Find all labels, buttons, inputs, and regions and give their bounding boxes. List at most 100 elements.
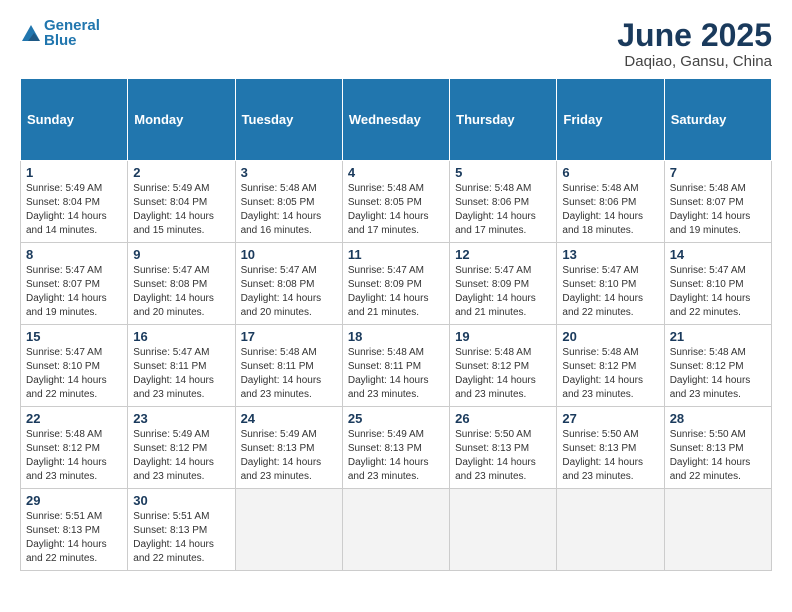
day-info: Sunrise: 5:48 AM Sunset: 8:07 PM Dayligh…	[670, 182, 766, 238]
day-info: Sunrise: 5:48 AM Sunset: 8:05 PM Dayligh…	[241, 182, 337, 238]
day-number: 23	[133, 411, 229, 426]
table-row: 26 Sunrise: 5:50 AM Sunset: 8:13 PM Dayli…	[450, 407, 557, 489]
day-number: 5	[455, 165, 551, 180]
day-info: Sunrise: 5:48 AM Sunset: 8:05 PM Dayligh…	[348, 182, 444, 238]
day-info: Sunrise: 5:49 AM Sunset: 8:13 PM Dayligh…	[348, 428, 444, 484]
day-info: Sunrise: 5:49 AM Sunset: 8:12 PM Dayligh…	[133, 428, 229, 484]
table-row: 20 Sunrise: 5:48 AM Sunset: 8:12 PM Dayli…	[557, 325, 664, 407]
day-info: Sunrise: 5:50 AM Sunset: 8:13 PM Dayligh…	[455, 428, 551, 484]
title-block: June 2025 Daqiao, Gansu, China	[617, 18, 772, 70]
day-number: 18	[348, 329, 444, 344]
col-saturday: Saturday	[664, 79, 771, 161]
calendar-week-2: 8 Sunrise: 5:47 AM Sunset: 8:07 PM Daylig…	[21, 243, 772, 325]
day-number: 13	[562, 247, 658, 262]
calendar-week-1: 1 Sunrise: 5:49 AM Sunset: 8:04 PM Daylig…	[21, 161, 772, 243]
day-info: Sunrise: 5:48 AM Sunset: 8:06 PM Dayligh…	[562, 182, 658, 238]
col-sunday: Sunday	[21, 79, 128, 161]
table-row: 30 Sunrise: 5:51 AM Sunset: 8:13 PM Dayli…	[128, 489, 235, 571]
day-info: Sunrise: 5:48 AM Sunset: 8:12 PM Dayligh…	[670, 346, 766, 402]
calendar-page: General Blue June 2025 Daqiao, Gansu, Ch…	[0, 0, 792, 612]
calendar-week-4: 22 Sunrise: 5:48 AM Sunset: 8:12 PM Dayli…	[21, 407, 772, 489]
table-row: 7 Sunrise: 5:48 AM Sunset: 8:07 PM Daylig…	[664, 161, 771, 243]
table-row: 17 Sunrise: 5:48 AM Sunset: 8:11 PM Dayli…	[235, 325, 342, 407]
day-info: Sunrise: 5:47 AM Sunset: 8:08 PM Dayligh…	[241, 264, 337, 320]
calendar-title: June 2025	[617, 18, 772, 53]
day-number: 21	[670, 329, 766, 344]
day-info: Sunrise: 5:47 AM Sunset: 8:10 PM Dayligh…	[26, 346, 122, 402]
col-tuesday: Tuesday	[235, 79, 342, 161]
table-row: 12 Sunrise: 5:47 AM Sunset: 8:09 PM Dayli…	[450, 243, 557, 325]
day-number: 17	[241, 329, 337, 344]
table-row: 2Sunrise: 5:49 AM Sunset: 8:04 PM Daylig…	[128, 161, 235, 243]
day-number: 12	[455, 247, 551, 262]
day-number: 7	[670, 165, 766, 180]
day-number: 30	[133, 493, 229, 508]
col-thursday: Thursday	[450, 79, 557, 161]
day-info: Sunrise: 5:47 AM Sunset: 8:11 PM Dayligh…	[133, 346, 229, 402]
calendar-week-5: 29 Sunrise: 5:51 AM Sunset: 8:13 PM Dayli…	[21, 489, 772, 571]
day-number: 25	[348, 411, 444, 426]
logo-icon	[20, 23, 42, 45]
day-info: Sunrise: 5:48 AM Sunset: 8:11 PM Dayligh…	[348, 346, 444, 402]
day-number: 8	[26, 247, 122, 262]
day-info: Sunrise: 5:47 AM Sunset: 8:10 PM Dayligh…	[562, 264, 658, 320]
table-row: 10 Sunrise: 5:47 AM Sunset: 8:08 PM Dayli…	[235, 243, 342, 325]
day-info: Sunrise: 5:49 AM Sunset: 8:13 PM Dayligh…	[241, 428, 337, 484]
day-number: 20	[562, 329, 658, 344]
day-info: Sunrise: 5:48 AM Sunset: 8:12 PM Dayligh…	[562, 346, 658, 402]
logo-text-line2: Blue	[44, 33, 100, 50]
day-info: Sunrise: 5:49 AM Sunset: 8:04 PM Dayligh…	[26, 182, 122, 238]
day-number: 27	[562, 411, 658, 426]
logo: General Blue	[20, 18, 100, 49]
col-monday: Monday	[128, 79, 235, 161]
day-info: Sunrise: 5:48 AM Sunset: 8:11 PM Dayligh…	[241, 346, 337, 402]
table-row: 14Sunrise: 5:47 AM Sunset: 8:10 PM Dayli…	[664, 243, 771, 325]
table-row: 28Sunrise: 5:50 AM Sunset: 8:13 PM Dayli…	[664, 407, 771, 489]
day-number: 29	[26, 493, 122, 508]
day-info: Sunrise: 5:48 AM Sunset: 8:06 PM Dayligh…	[455, 182, 551, 238]
day-info: Sunrise: 5:47 AM Sunset: 8:08 PM Dayligh…	[133, 264, 229, 320]
day-info: Sunrise: 5:47 AM Sunset: 8:10 PM Dayligh…	[670, 264, 766, 320]
day-number: 16	[133, 329, 229, 344]
table-row: 25 Sunrise: 5:49 AM Sunset: 8:13 PM Dayli…	[342, 407, 449, 489]
day-info: Sunrise: 5:51 AM Sunset: 8:13 PM Dayligh…	[133, 510, 229, 566]
day-number: 24	[241, 411, 337, 426]
day-number: 19	[455, 329, 551, 344]
table-row	[450, 489, 557, 571]
table-row	[342, 489, 449, 571]
table-row: 11 Sunrise: 5:47 AM Sunset: 8:09 PM Dayli…	[342, 243, 449, 325]
table-row: 24 Sunrise: 5:49 AM Sunset: 8:13 PM Dayli…	[235, 407, 342, 489]
calendar-subtitle: Daqiao, Gansu, China	[617, 53, 772, 70]
table-row	[235, 489, 342, 571]
day-number: 2	[133, 165, 229, 180]
day-info: Sunrise: 5:48 AM Sunset: 8:12 PM Dayligh…	[455, 346, 551, 402]
table-row: 19 Sunrise: 5:48 AM Sunset: 8:12 PM Dayli…	[450, 325, 557, 407]
table-row	[664, 489, 771, 571]
day-info: Sunrise: 5:51 AM Sunset: 8:13 PM Dayligh…	[26, 510, 122, 566]
day-number: 26	[455, 411, 551, 426]
table-row: 1 Sunrise: 5:49 AM Sunset: 8:04 PM Daylig…	[21, 161, 128, 243]
col-wednesday: Wednesday	[342, 79, 449, 161]
day-number: 4	[348, 165, 444, 180]
table-row: 5 Sunrise: 5:48 AM Sunset: 8:06 PM Daylig…	[450, 161, 557, 243]
table-row: 4 Sunrise: 5:48 AM Sunset: 8:05 PM Daylig…	[342, 161, 449, 243]
day-info: Sunrise: 5:47 AM Sunset: 8:09 PM Dayligh…	[455, 264, 551, 320]
day-info: Sunrise: 5:47 AM Sunset: 8:07 PM Dayligh…	[26, 264, 122, 320]
day-number: 22	[26, 411, 122, 426]
day-number: 11	[348, 247, 444, 262]
table-row: 27Sunrise: 5:50 AM Sunset: 8:13 PM Dayli…	[557, 407, 664, 489]
day-info: Sunrise: 5:47 AM Sunset: 8:09 PM Dayligh…	[348, 264, 444, 320]
day-number: 1	[26, 165, 122, 180]
header: General Blue June 2025 Daqiao, Gansu, Ch…	[20, 18, 772, 70]
calendar-week-3: 15 Sunrise: 5:47 AM Sunset: 8:10 PM Dayli…	[21, 325, 772, 407]
day-number: 3	[241, 165, 337, 180]
day-number: 15	[26, 329, 122, 344]
day-number: 10	[241, 247, 337, 262]
table-row: 22 Sunrise: 5:48 AM Sunset: 8:12 PM Dayli…	[21, 407, 128, 489]
col-friday: Friday	[557, 79, 664, 161]
table-row: 23 Sunrise: 5:49 AM Sunset: 8:12 PM Dayli…	[128, 407, 235, 489]
table-row: 18 Sunrise: 5:48 AM Sunset: 8:11 PM Dayli…	[342, 325, 449, 407]
table-row	[557, 489, 664, 571]
table-row: 13 Sunrise: 5:47 AM Sunset: 8:10 PM Dayli…	[557, 243, 664, 325]
day-info: Sunrise: 5:48 AM Sunset: 8:12 PM Dayligh…	[26, 428, 122, 484]
